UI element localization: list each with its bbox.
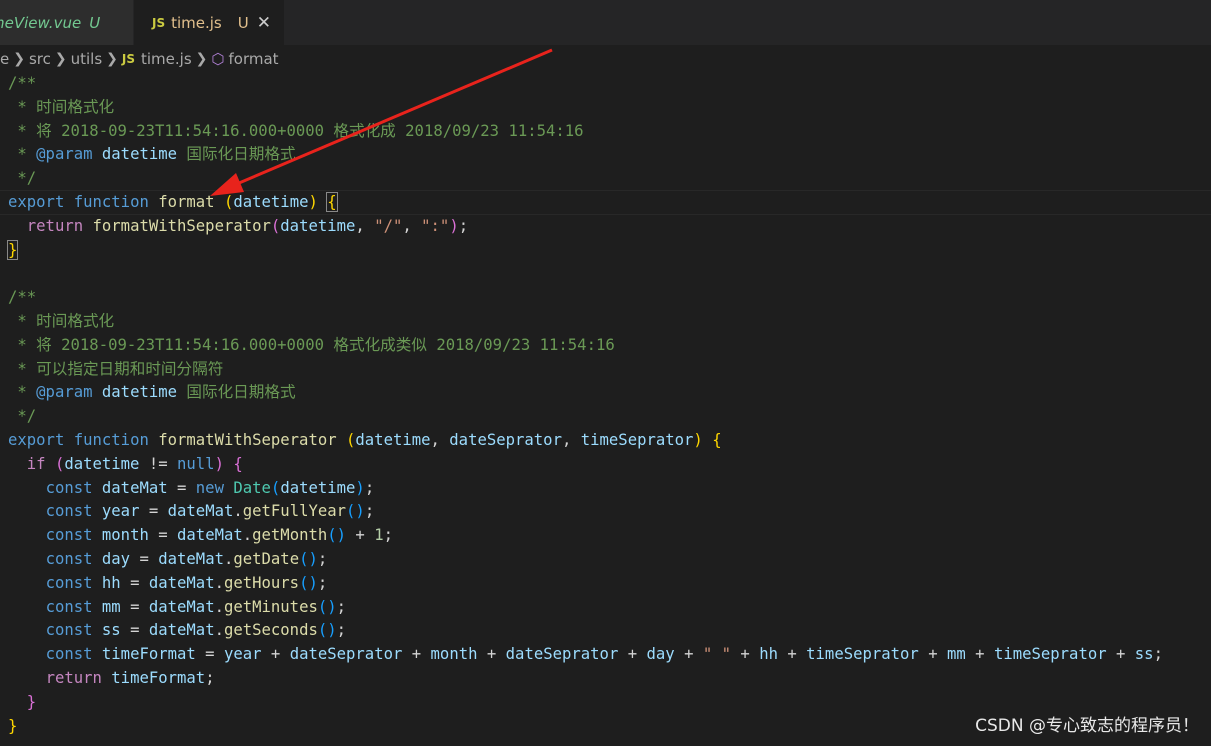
watermark: CSDN @专心致志的程序员！ xyxy=(975,716,1199,736)
annotation-arrow-icon xyxy=(210,48,553,196)
